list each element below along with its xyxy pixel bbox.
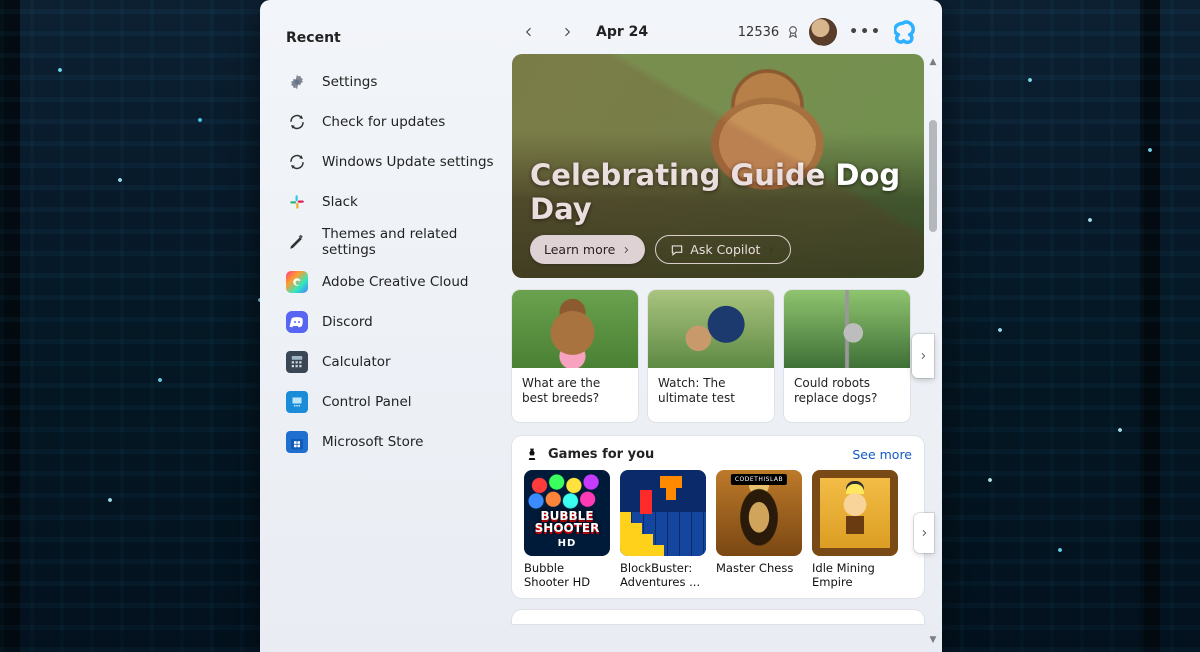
game-art <box>524 470 610 556</box>
recent-item-calculator[interactable]: Calculator <box>282 342 500 382</box>
game-title: Master Chess <box>716 562 802 576</box>
game-title: Idle Mining Empire <box>812 562 898 590</box>
story-caption: Watch: The ultimate test <box>648 368 774 422</box>
learn-more-label: Learn more <box>544 242 615 257</box>
story-caption: What are the best breeds? <box>512 368 638 422</box>
user-avatar[interactable] <box>809 18 837 46</box>
recent-item-label: Microsoft Store <box>322 434 423 450</box>
adobe-cc-icon <box>286 271 308 293</box>
nav-forward-button[interactable] <box>552 17 582 47</box>
feed-header: Apr 24 12536 ••• <box>512 10 924 54</box>
rewards-medal-icon <box>785 24 801 40</box>
learn-more-button[interactable]: Learn more <box>530 235 645 264</box>
scrollbar-up-button[interactable]: ▲ <box>928 56 938 68</box>
rewards-points[interactable]: 12536 <box>738 24 801 40</box>
recent-item-check-updates[interactable]: Check for updates <box>282 102 500 142</box>
recent-item-windows-update[interactable]: Windows Update settings <box>282 142 500 182</box>
ask-copilot-button[interactable]: Ask Copilot <box>655 235 791 264</box>
recent-item-control-panel[interactable]: Control Panel <box>282 382 500 422</box>
story-card[interactable]: Could robots replace dogs? <box>784 290 910 422</box>
recent-list: Settings Check for updates Windows Updat… <box>282 62 500 462</box>
slack-icon <box>286 191 308 213</box>
game-title: Bubble Shooter HD <box>524 562 610 590</box>
main-feed: Apr 24 12536 ••• <box>506 0 942 652</box>
recent-item-label: Check for updates <box>322 114 445 130</box>
discord-icon <box>286 311 308 333</box>
story-card[interactable]: Watch: The ultimate test <box>648 290 774 422</box>
chevron-left-icon <box>522 25 536 39</box>
recent-item-settings[interactable]: Settings <box>282 62 500 102</box>
story-row: What are the best breeds? Watch: The ult… <box>512 290 924 422</box>
recent-item-slack[interactable]: Slack <box>282 182 500 222</box>
refresh-icon <box>286 151 308 173</box>
search-widget-panel: Recent Settings Check for updates Window… <box>260 0 942 652</box>
recent-item-label: Adobe Creative Cloud <box>322 274 468 290</box>
recent-item-adobe-cc[interactable]: Adobe Creative Cloud <box>282 262 500 302</box>
hero-actions: Learn more Ask Copilot <box>530 235 791 264</box>
settings-gear-icon <box>286 71 308 93</box>
recent-item-label: Windows Update settings <box>322 154 494 170</box>
games-heading: Games for you <box>548 447 654 462</box>
scrollbar[interactable]: ▲ ▼ <box>928 56 938 646</box>
game-tile[interactable]: Bubble Shooter HD <box>524 470 610 590</box>
microsoft-store-icon <box>286 431 308 453</box>
game-tile[interactable]: Idle Mining Empire <box>812 470 898 590</box>
story-caption: Could robots replace dogs? <box>784 368 910 422</box>
recent-heading: Recent <box>286 30 500 46</box>
story-thumb <box>512 290 638 368</box>
chevron-right-icon <box>918 351 928 361</box>
calculator-icon <box>286 351 308 373</box>
recent-item-label: Settings <box>322 74 377 90</box>
ask-copilot-label: Ask Copilot <box>690 242 760 257</box>
game-art <box>620 470 706 556</box>
hero-title: Celebrating Guide Dog Day <box>530 158 924 226</box>
pen-icon <box>286 231 308 253</box>
game-art <box>716 470 802 556</box>
chevron-right-icon <box>621 245 631 255</box>
recent-item-label: Slack <box>322 194 358 210</box>
scrollbar-down-button[interactable]: ▼ <box>928 634 938 646</box>
refresh-icon <box>286 111 308 133</box>
recent-item-themes[interactable]: Themes and related settings <box>282 222 500 262</box>
games-see-more[interactable]: See more <box>852 447 912 462</box>
hero-card[interactable]: Celebrating Guide Dog Day Learn more Ask… <box>512 54 924 278</box>
chess-icon <box>524 446 540 462</box>
recent-sidebar: Recent Settings Check for updates Window… <box>260 0 506 652</box>
nav-back-button[interactable] <box>514 17 544 47</box>
game-art <box>812 470 898 556</box>
story-card[interactable]: What are the best breeds? <box>512 290 638 422</box>
games-row: Bubble Shooter HD BlockBuster: Adventure… <box>524 470 912 590</box>
games-card: Games for you See more Bubble Shooter HD… <box>512 436 924 598</box>
scrollbar-thumb[interactable] <box>929 120 937 232</box>
control-panel-icon <box>286 391 308 413</box>
chat-icon <box>670 243 684 257</box>
header-date: Apr 24 <box>596 24 648 40</box>
game-tile[interactable]: BlockBuster: Adventures ... <box>620 470 706 590</box>
game-tile[interactable]: Master Chess <box>716 470 802 590</box>
copilot-icon <box>894 18 922 46</box>
recent-item-ms-store[interactable]: Microsoft Store <box>282 422 500 462</box>
game-title: BlockBuster: Adventures ... <box>620 562 706 590</box>
chevron-right-icon <box>560 25 574 39</box>
recent-item-label: Themes and related settings <box>322 226 496 258</box>
recent-item-discord[interactable]: Discord <box>282 302 500 342</box>
more-menu-button[interactable]: ••• <box>845 24 886 40</box>
chevron-right-icon <box>766 245 776 255</box>
recent-item-label: Calculator <box>322 354 391 370</box>
next-card-peek <box>512 610 924 624</box>
copilot-button[interactable] <box>894 18 922 46</box>
story-thumb <box>648 290 774 368</box>
recent-item-label: Discord <box>322 314 373 330</box>
points-value: 12536 <box>738 25 779 40</box>
recent-item-label: Control Panel <box>322 394 412 410</box>
story-thumb <box>784 290 910 368</box>
